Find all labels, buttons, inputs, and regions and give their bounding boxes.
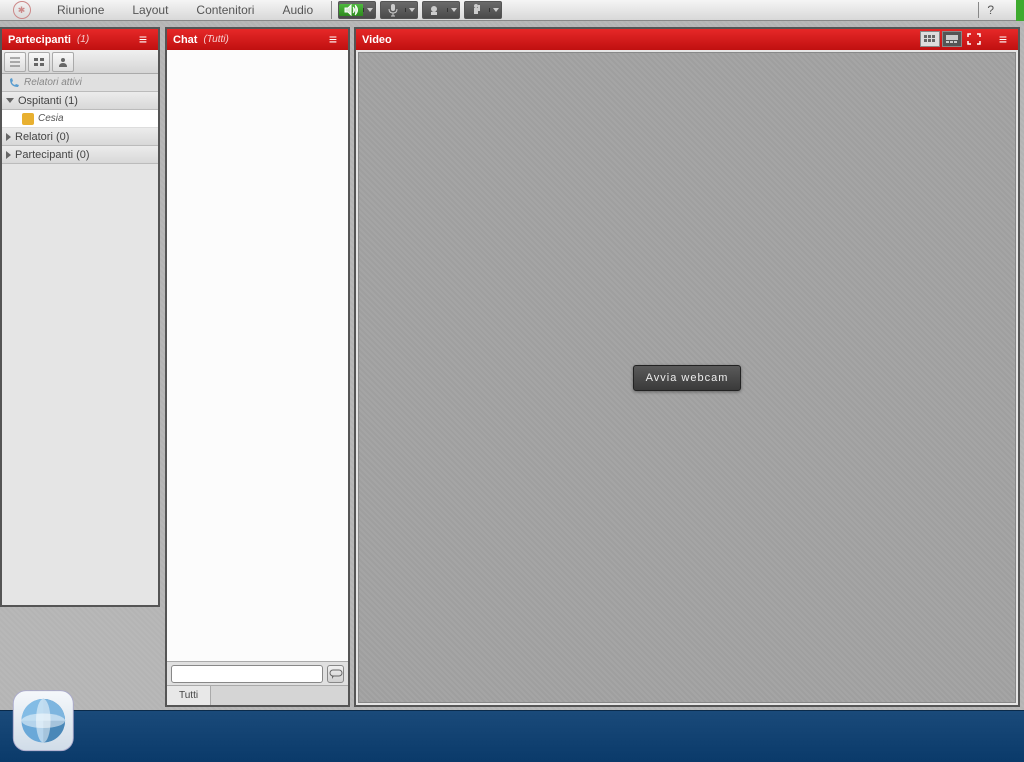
- participants-list: Ospitanti (1) Cesia Relatori (0) Parteci…: [2, 92, 158, 605]
- filmstrip-layout-button[interactable]: [942, 31, 962, 47]
- raise-hand-icon: [471, 3, 483, 17]
- top-menu-bar: ✱ Riunione Layout Contenitori Audio ?: [0, 0, 1024, 21]
- webcam-dropdown[interactable]: [447, 8, 459, 12]
- chat-tab-all[interactable]: Tutti: [167, 686, 211, 705]
- chevron-right-icon: [6, 151, 11, 159]
- connection-indicator: [1016, 0, 1024, 21]
- chat-input[interactable]: [171, 665, 323, 683]
- app-logo: ✱: [0, 0, 43, 21]
- active-speakers-row: Relatori attivi: [2, 74, 158, 92]
- grid-icon: [923, 34, 937, 44]
- list-view-button[interactable]: [4, 52, 26, 72]
- video-title: Video: [362, 34, 392, 46]
- menu-contenitori[interactable]: Contenitori: [182, 0, 268, 21]
- separator: [331, 1, 332, 19]
- workspace: Partecipanti (1) ≡ Relatori attivi O: [0, 21, 1024, 762]
- chevron-right-icon: [6, 133, 11, 141]
- group-label: Ospitanti (1): [18, 95, 78, 107]
- participants-count: (1): [77, 34, 89, 45]
- group-hosts[interactable]: Ospitanti (1): [2, 92, 158, 110]
- chevron-down-icon: [6, 98, 14, 103]
- video-pod: Video ≡ Avvia webcam: [354, 27, 1020, 707]
- user-icon: [57, 57, 69, 67]
- group-participants[interactable]: Partecipanti (0): [2, 146, 158, 164]
- grid-icon: [33, 57, 45, 67]
- pod-menu-icon[interactable]: ≡: [132, 31, 154, 47]
- chat-send-button[interactable]: [327, 665, 344, 683]
- help-button[interactable]: ?: [979, 0, 1002, 21]
- chat-tabs: Tutti: [167, 685, 348, 705]
- raise-hand-button[interactable]: [464, 1, 502, 19]
- pod-menu-icon[interactable]: ≡: [322, 31, 344, 47]
- participant-name: Cesia: [38, 113, 64, 124]
- speaker-button[interactable]: [338, 1, 376, 19]
- video-header[interactable]: Video ≡: [356, 29, 1018, 50]
- participants-pod: Partecipanti (1) ≡ Relatori attivi O: [0, 27, 160, 607]
- chat-scope: (Tutti): [203, 34, 228, 45]
- chat-pod: Chat (Tutti) ≡ Tutti: [165, 27, 350, 707]
- list-icon: [9, 57, 21, 67]
- raise-hand-dropdown[interactable]: [489, 8, 501, 12]
- participant-row[interactable]: Cesia: [2, 110, 158, 128]
- chat-bubble-icon: [329, 669, 343, 679]
- microphone-dropdown[interactable]: [405, 8, 417, 12]
- chat-header[interactable]: Chat (Tutti) ≡: [167, 29, 348, 50]
- webcam-icon: [428, 4, 442, 16]
- participants-title: Partecipanti: [8, 34, 71, 46]
- chat-title: Chat: [173, 34, 197, 46]
- speaker-dropdown[interactable]: [363, 8, 375, 12]
- phone-icon: [8, 77, 20, 89]
- chat-input-bar: [167, 661, 348, 685]
- group-presenters[interactable]: Relatori (0): [2, 128, 158, 146]
- pod-menu-icon[interactable]: ≡: [992, 31, 1014, 47]
- taskbar: [0, 710, 1024, 762]
- host-user-icon: [22, 113, 34, 125]
- microphone-button[interactable]: [380, 1, 418, 19]
- logo-icon: ✱: [13, 1, 31, 19]
- chat-messages-area: [167, 50, 348, 661]
- menu-layout[interactable]: Layout: [118, 0, 182, 21]
- user-options-button[interactable]: [52, 52, 74, 72]
- menu-riunione[interactable]: Riunione: [43, 0, 118, 21]
- fullscreen-button[interactable]: [964, 31, 984, 47]
- group-label: Partecipanti (0): [15, 149, 90, 161]
- filmstrip-icon: [945, 34, 959, 44]
- active-speakers-label: Relatori attivi: [24, 77, 82, 88]
- grid-layout-button[interactable]: [920, 31, 940, 47]
- participants-header[interactable]: Partecipanti (1) ≡: [2, 29, 158, 50]
- status-view-button[interactable]: [28, 52, 50, 72]
- start-webcam-button[interactable]: Avvia webcam: [633, 365, 742, 391]
- microphone-icon: [388, 3, 398, 17]
- fullscreen-icon: [967, 33, 981, 45]
- video-area: Avvia webcam: [358, 52, 1016, 703]
- speaker-icon: [344, 4, 358, 16]
- group-label: Relatori (0): [15, 131, 69, 143]
- participants-toolbar: [2, 50, 158, 74]
- menu-audio[interactable]: Audio: [268, 0, 327, 21]
- adobe-connect-app-icon[interactable]: [6, 678, 86, 758]
- webcam-button[interactable]: [422, 1, 460, 19]
